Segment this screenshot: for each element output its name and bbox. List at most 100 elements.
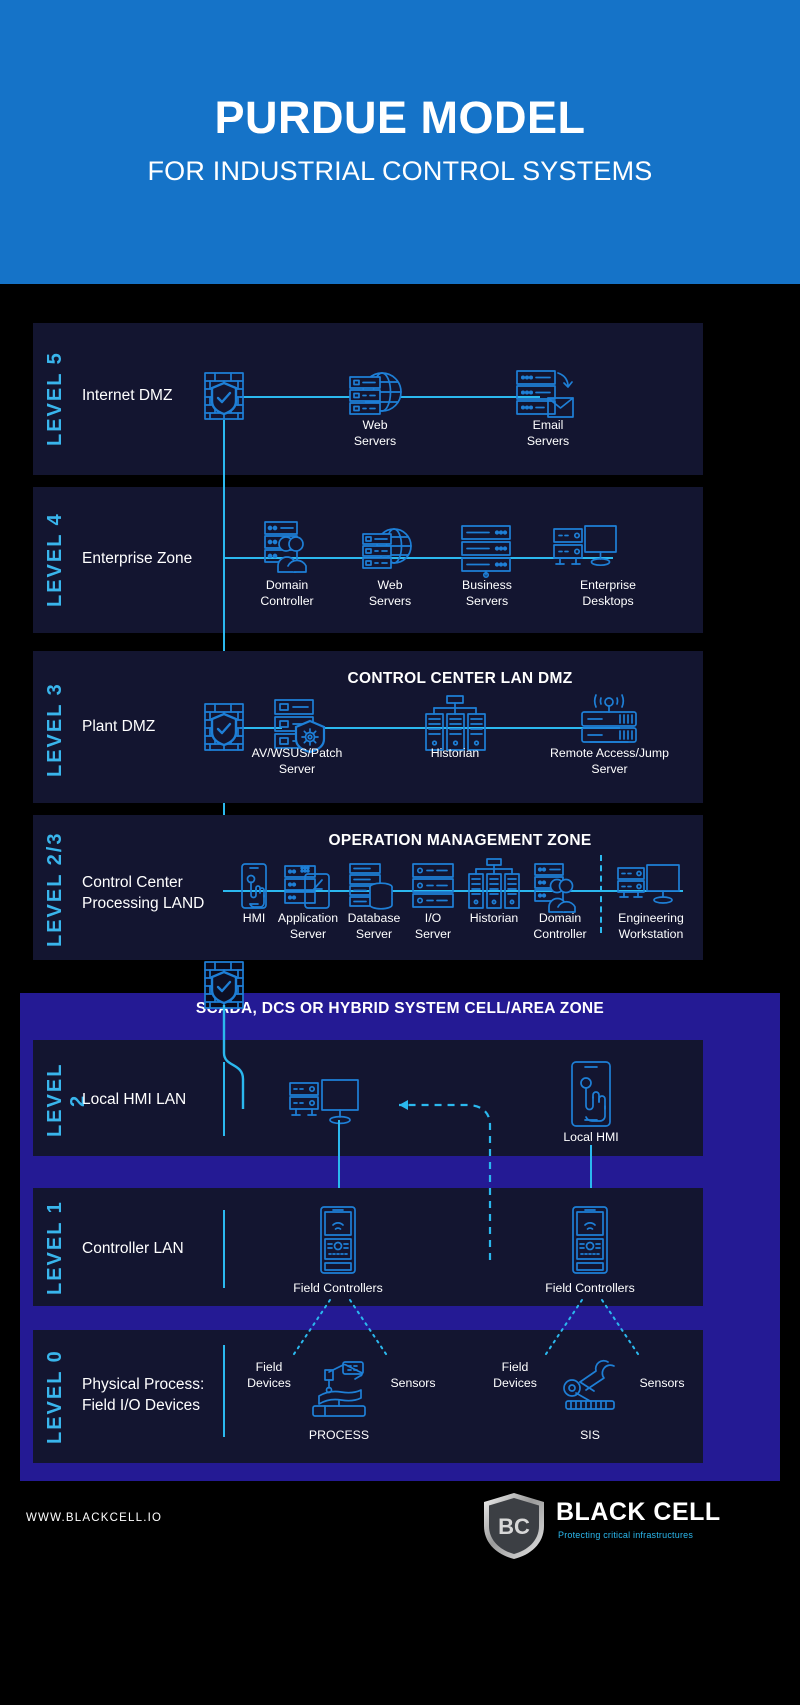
level-5-tag: LEVEL 5	[44, 351, 66, 447]
field-controller-icon-right	[570, 1205, 610, 1275]
level-3-zone-title: CONTROL CENTER LAN DMZ	[347, 670, 573, 687]
level-23-node-label-domain: Domain Controller	[520, 911, 600, 943]
email-server-icon-level5	[514, 367, 576, 423]
level-0-sensors-right: Sensors	[639, 1376, 685, 1390]
engineering-workstation-icon-level23	[616, 862, 682, 910]
label-line-2: Servers	[526, 433, 570, 448]
hmi-icon-level23	[240, 862, 268, 910]
label-line-2: Server	[414, 926, 452, 941]
level-3-node-label-remote: Remote Access/Jump Server	[527, 746, 692, 778]
page-subtitle: FOR INDUSTRIAL CONTROL SYSTEMS	[147, 156, 653, 186]
level-4-name: Enterprise Zone	[82, 550, 193, 567]
level-5-name: Internet DMZ	[82, 387, 173, 404]
level-0-name: Physical Process: Field I/O Devices	[82, 1375, 242, 1417]
label-line-2: Servers	[465, 593, 509, 608]
firewall-icon-level5	[202, 369, 246, 423]
level-5-node-label-web: Web Servers	[320, 418, 430, 450]
level-23-tag: LEVEL 2/3	[44, 831, 66, 947]
label-line-1: Domain	[265, 578, 309, 592]
label-line-1: Email	[532, 418, 564, 432]
database-server-icon-level23	[348, 862, 396, 910]
level-2-tag: LEVEL 2	[44, 1062, 89, 1138]
level-2-name: Local HMI LAN	[82, 1091, 187, 1108]
label-line-1: Domain	[538, 911, 582, 925]
remote-access-icon-level3	[578, 692, 640, 748]
level-3-node-label-patch: AV/WSUS/Patch Server	[232, 746, 362, 778]
label-line-1: Application	[277, 911, 339, 925]
globe-server-icon-level5	[346, 365, 404, 425]
footer-url[interactable]: WWW.BLACKCELL.IO	[26, 1512, 162, 1524]
level1-to-level0-dotted-links	[230, 1295, 700, 1375]
desktop-icon-level4	[551, 521, 619, 577]
firewall-icon-scada	[202, 958, 246, 1012]
brand-tagline: Protecting critical infrastructures	[558, 1530, 694, 1540]
label-line-1: Business	[462, 578, 512, 592]
historian-icon-level23	[468, 858, 520, 910]
business-server-icon-level4	[459, 523, 515, 579]
field-controller-icon-left	[318, 1205, 358, 1275]
level-23-zone-title: OPERATION MANAGEMENT ZONE	[328, 832, 592, 849]
level-0-node-label-process: PROCESS	[308, 1428, 370, 1442]
level-4-node-label-business: Business Servers	[432, 578, 542, 610]
hmi-dashed-feedback-arrow	[385, 1085, 510, 1265]
label-line-2: Devices	[247, 1375, 291, 1390]
io-server-icon-level23	[411, 862, 455, 910]
scada-curve-connector	[205, 1005, 335, 1115]
level-0-node-label-sis: SIS	[580, 1428, 600, 1442]
name-line-1: Physical Process:	[82, 1376, 205, 1393]
level-23-node-label-io: I/O Server	[400, 911, 466, 943]
label-line-2: Server	[289, 926, 327, 941]
patch-server-icon-level3	[272, 697, 330, 754]
level-23-node-label-engws: Engineering Workstation	[605, 911, 697, 943]
level-0-separator	[223, 1345, 225, 1437]
application-server-icon-level23	[283, 862, 331, 910]
page-title: PURDUE MODEL	[214, 92, 586, 143]
level-1-tag: LEVEL 1	[44, 1200, 66, 1296]
label-line-2: Workstation	[618, 926, 684, 941]
level-2-node-label-hmi: Local HMI	[563, 1130, 619, 1144]
label-line-1: Enterprise	[579, 578, 637, 592]
level-5-node-label-email: Email Servers	[493, 418, 603, 450]
globe-server-icon-level4	[360, 522, 416, 576]
page-header: PURDUE MODEL FOR INDUSTRIAL CONTROL SYST…	[0, 0, 800, 284]
label-line-2: Controller	[533, 926, 587, 941]
label-line-2: Servers	[368, 593, 412, 608]
svg-text:BC: BC	[498, 1514, 530, 1539]
brand-name: BLACK CELL	[556, 1498, 721, 1526]
label-line-1: AV/WSUS/Patch	[251, 746, 343, 760]
label-line-1: Remote Access/Jump	[550, 746, 669, 760]
label-line-2: Server	[591, 761, 628, 776]
historian-icon-level3	[424, 694, 486, 752]
level-4-node-label-domain: Domain Controller	[232, 578, 342, 610]
level-23-name: Control Center Processing LAND	[82, 873, 227, 915]
name-line-2: Processing LAND	[82, 894, 205, 912]
level-3-node-label-historian: Historian	[430, 746, 480, 760]
label-line-2: Server	[355, 926, 393, 941]
domain-controller-icon-level4	[262, 519, 314, 575]
domain-controller-icon-level23	[533, 862, 585, 913]
label-line-2: Servers	[353, 433, 397, 448]
label-line-1: I/O	[424, 911, 442, 925]
label-line-2: Devices	[493, 1375, 537, 1390]
blackcell-logo: BC BLACK CELL Protecting critical infras…	[478, 1492, 778, 1562]
label-line-1: Web	[377, 578, 403, 592]
level-23-node-label-app: Application Server	[272, 911, 344, 943]
label-line-1: Web	[362, 418, 388, 432]
level-1-separator	[223, 1210, 225, 1288]
level-3-tag: LEVEL 3	[44, 682, 66, 778]
level-4-tag: LEVEL 4	[44, 512, 66, 608]
level-23-node-label-historian: Historian	[469, 911, 519, 925]
label-line-2: Desktops	[582, 593, 634, 608]
level-0-tag: LEVEL 0	[44, 1349, 66, 1445]
scada-zone-title: SCADA, DCS OR HYBRID SYSTEM CELL/AREA ZO…	[195, 1000, 605, 1017]
level-4-node-label-desktops: Enterprise Desktops	[553, 578, 663, 610]
name-line-2: Field I/O Devices	[82, 1396, 201, 1414]
level-1-name: Controller LAN	[82, 1240, 184, 1257]
level-23-dashed-divider	[600, 855, 602, 933]
level-0-sensors-left: Sensors	[390, 1376, 436, 1390]
hmi-icon-level2	[570, 1060, 612, 1128]
level-4-node-label-web: Web Servers	[335, 578, 445, 610]
label-line-1: Database	[347, 911, 401, 925]
label-line-2: Controller	[260, 593, 314, 608]
level-3-name: Plant DMZ	[82, 718, 156, 735]
